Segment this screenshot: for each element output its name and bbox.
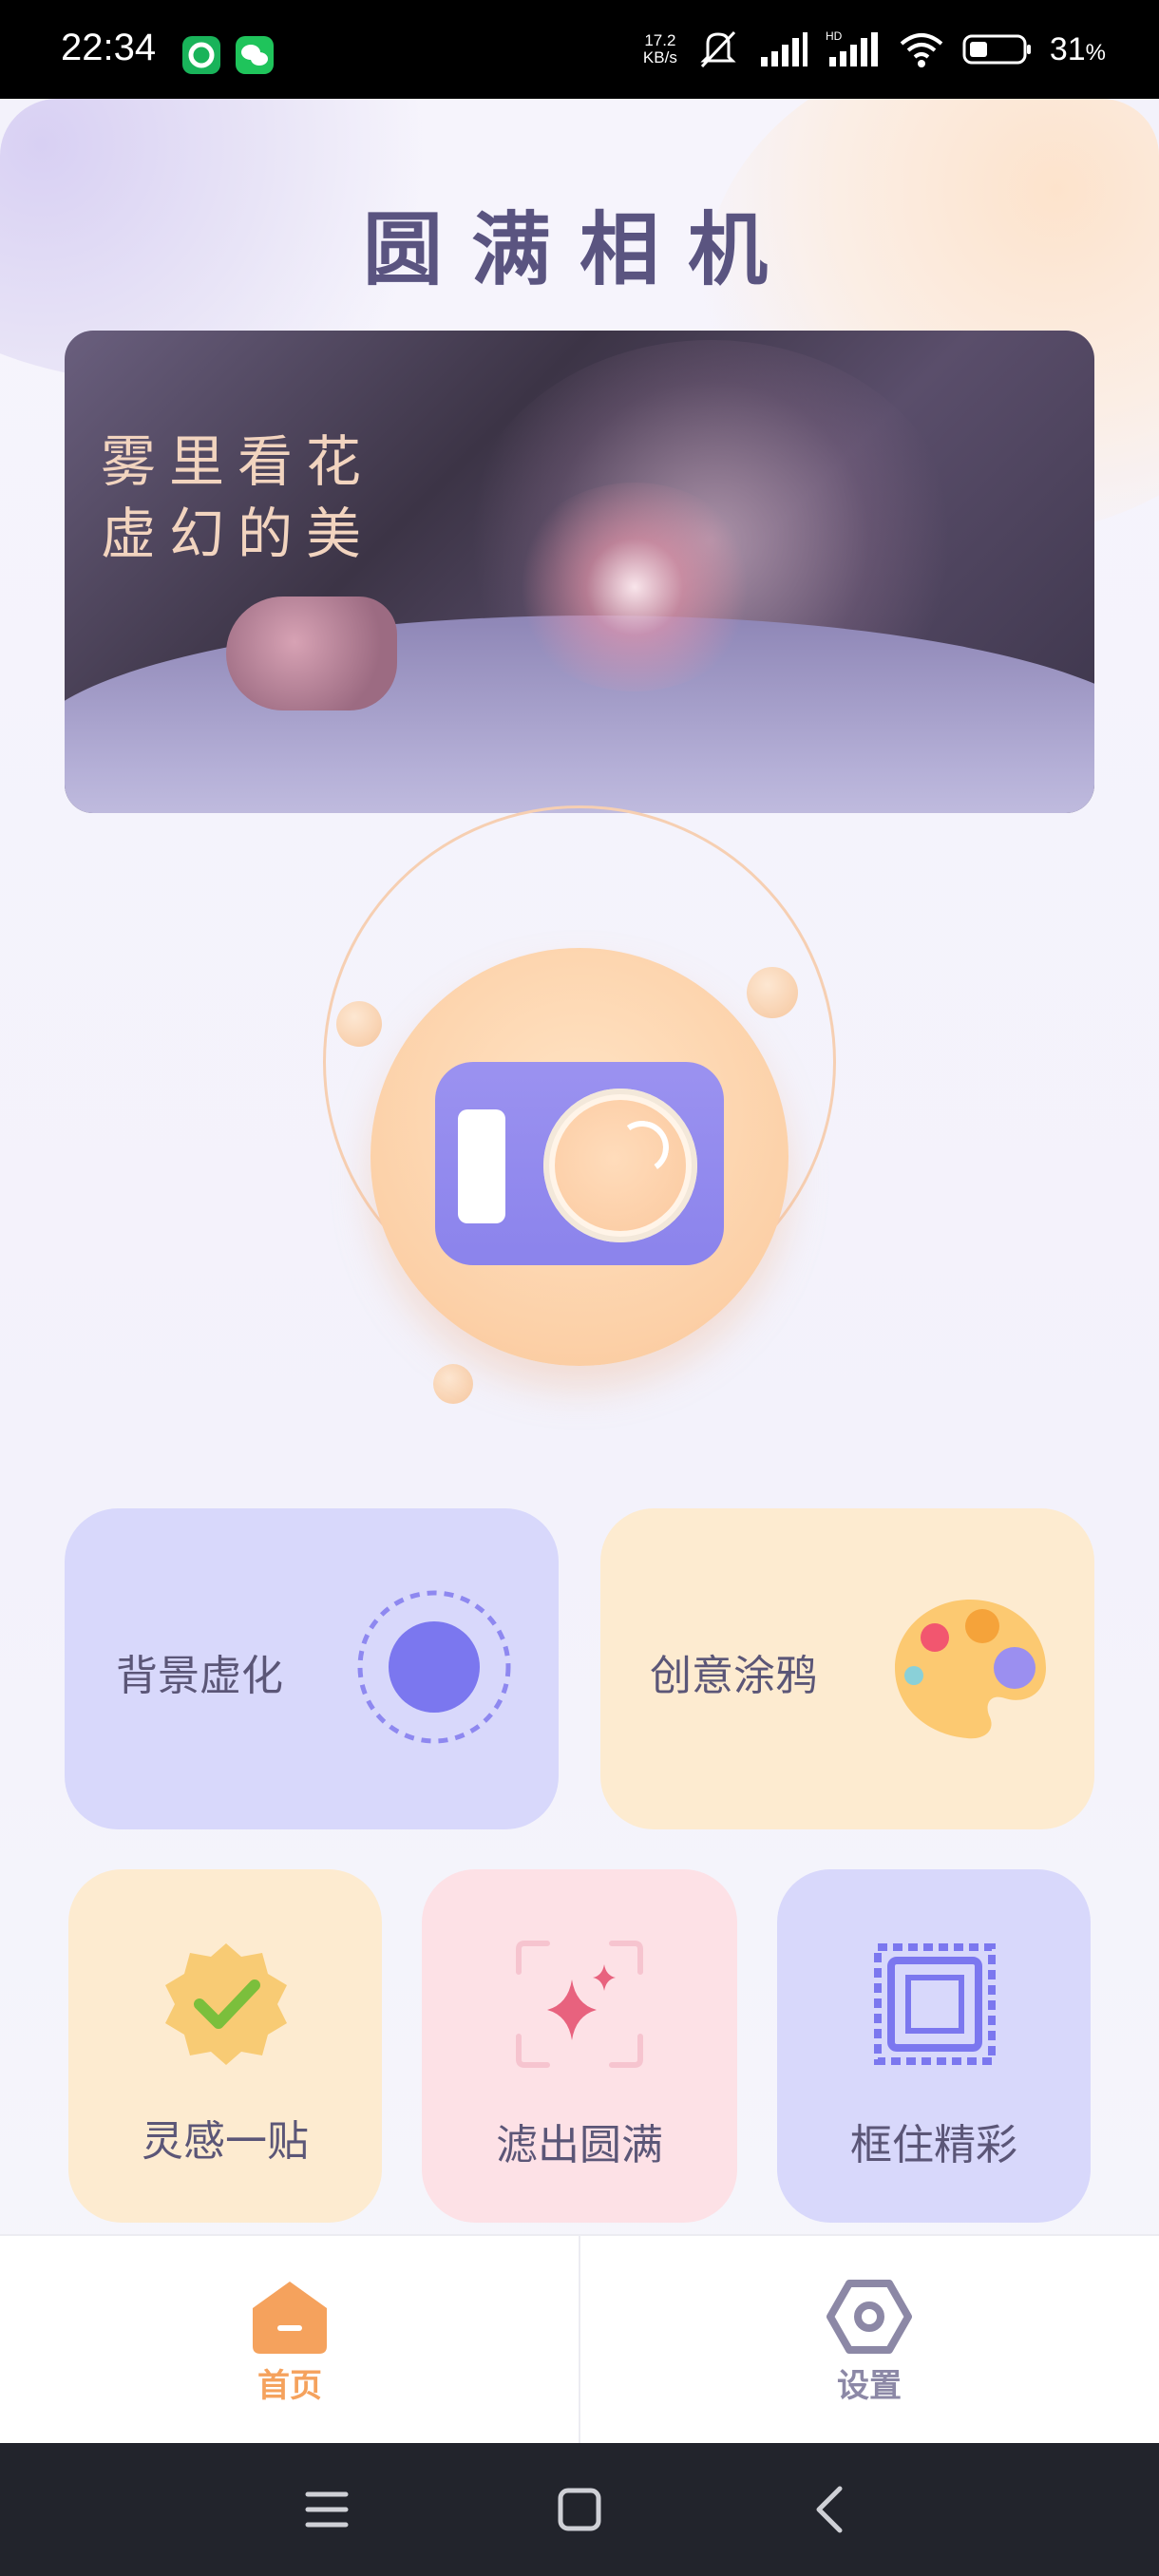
banner-hand bbox=[226, 597, 397, 710]
feature-label: 背景虚化 bbox=[116, 1652, 283, 1700]
feature-label: 创意涂鸦 bbox=[650, 1652, 817, 1700]
status-time: 22:34 bbox=[61, 27, 157, 68]
nav-item-home[interactable]: 首页 bbox=[0, 2236, 580, 2445]
stamp-frame-icon bbox=[874, 1943, 996, 2065]
nav-item-settings[interactable]: 设置 bbox=[580, 2236, 1159, 2445]
feature-card-creative-doodle[interactable]: 创意涂鸦 bbox=[600, 1508, 1094, 1829]
feature-card-frame[interactable]: 框住精彩 bbox=[777, 1869, 1091, 2223]
nav-label-home: 首页 bbox=[257, 2367, 322, 2405]
banner-image[interactable]: 雾里看花 虚幻的美 bbox=[65, 331, 1094, 813]
banner-line-1: 雾里看花 bbox=[101, 429, 375, 494]
battery-icon bbox=[962, 34, 1031, 65]
camera-flash bbox=[458, 1109, 505, 1223]
sparkle-icon bbox=[516, 1941, 643, 2068]
feature-card-background-blur[interactable]: 背景虚化 bbox=[65, 1508, 559, 1829]
wifi-icon bbox=[900, 33, 943, 67]
orbit-dot bbox=[747, 967, 798, 1018]
system-navigation-bar bbox=[0, 2443, 1159, 2576]
app-notification-icon bbox=[182, 36, 220, 74]
banner-sparkler bbox=[511, 483, 758, 691]
feature-label: 灵感一贴 bbox=[142, 2117, 309, 2166]
status-bar: 22:34 17.2 KB/s HD 31% bbox=[0, 0, 1159, 99]
network-speed: 17.2 KB/s bbox=[642, 31, 677, 66]
back-icon[interactable] bbox=[804, 2481, 861, 2538]
svg-text:HD: HD bbox=[826, 29, 843, 43]
signal-hd-icon: HD bbox=[826, 29, 878, 66]
blur-circle-icon bbox=[357, 1590, 511, 1744]
settings-hex-icon bbox=[826, 2280, 912, 2354]
feature-label: 框住精彩 bbox=[850, 2121, 1017, 2169]
mute-vibrate-icon bbox=[700, 30, 736, 68]
feature-card-filter[interactable]: 滤出圆满 bbox=[422, 1869, 737, 2223]
banner-line-2: 虚幻的美 bbox=[101, 502, 375, 566]
orbit-dot bbox=[336, 1001, 382, 1047]
battery-percent: 31% bbox=[1049, 30, 1106, 67]
nav-label-settings: 设置 bbox=[837, 2367, 902, 2405]
banner-caption: 雾里看花 虚幻的美 bbox=[101, 426, 374, 570]
feature-card-inspiration-sticker[interactable]: 灵感一贴 bbox=[68, 1869, 382, 2223]
signal-icon bbox=[760, 32, 808, 66]
palette-icon bbox=[895, 1600, 1046, 1739]
page-title: 圆满相机 bbox=[362, 203, 796, 296]
menu-icon[interactable] bbox=[298, 2481, 355, 2538]
badge-check-icon bbox=[165, 1943, 287, 2065]
wechat-icon bbox=[236, 36, 274, 74]
status-indicators: 17.2 KB/s HD 31% bbox=[643, 28, 1106, 70]
camera-lens-inner bbox=[555, 1100, 686, 1231]
bottom-navigation: 首页 设置 bbox=[0, 2234, 1159, 2445]
orbit-dot bbox=[433, 1364, 473, 1404]
square-home-icon[interactable] bbox=[551, 2481, 608, 2538]
home-icon bbox=[253, 2282, 327, 2354]
feature-label: 滤出圆满 bbox=[496, 2121, 663, 2169]
